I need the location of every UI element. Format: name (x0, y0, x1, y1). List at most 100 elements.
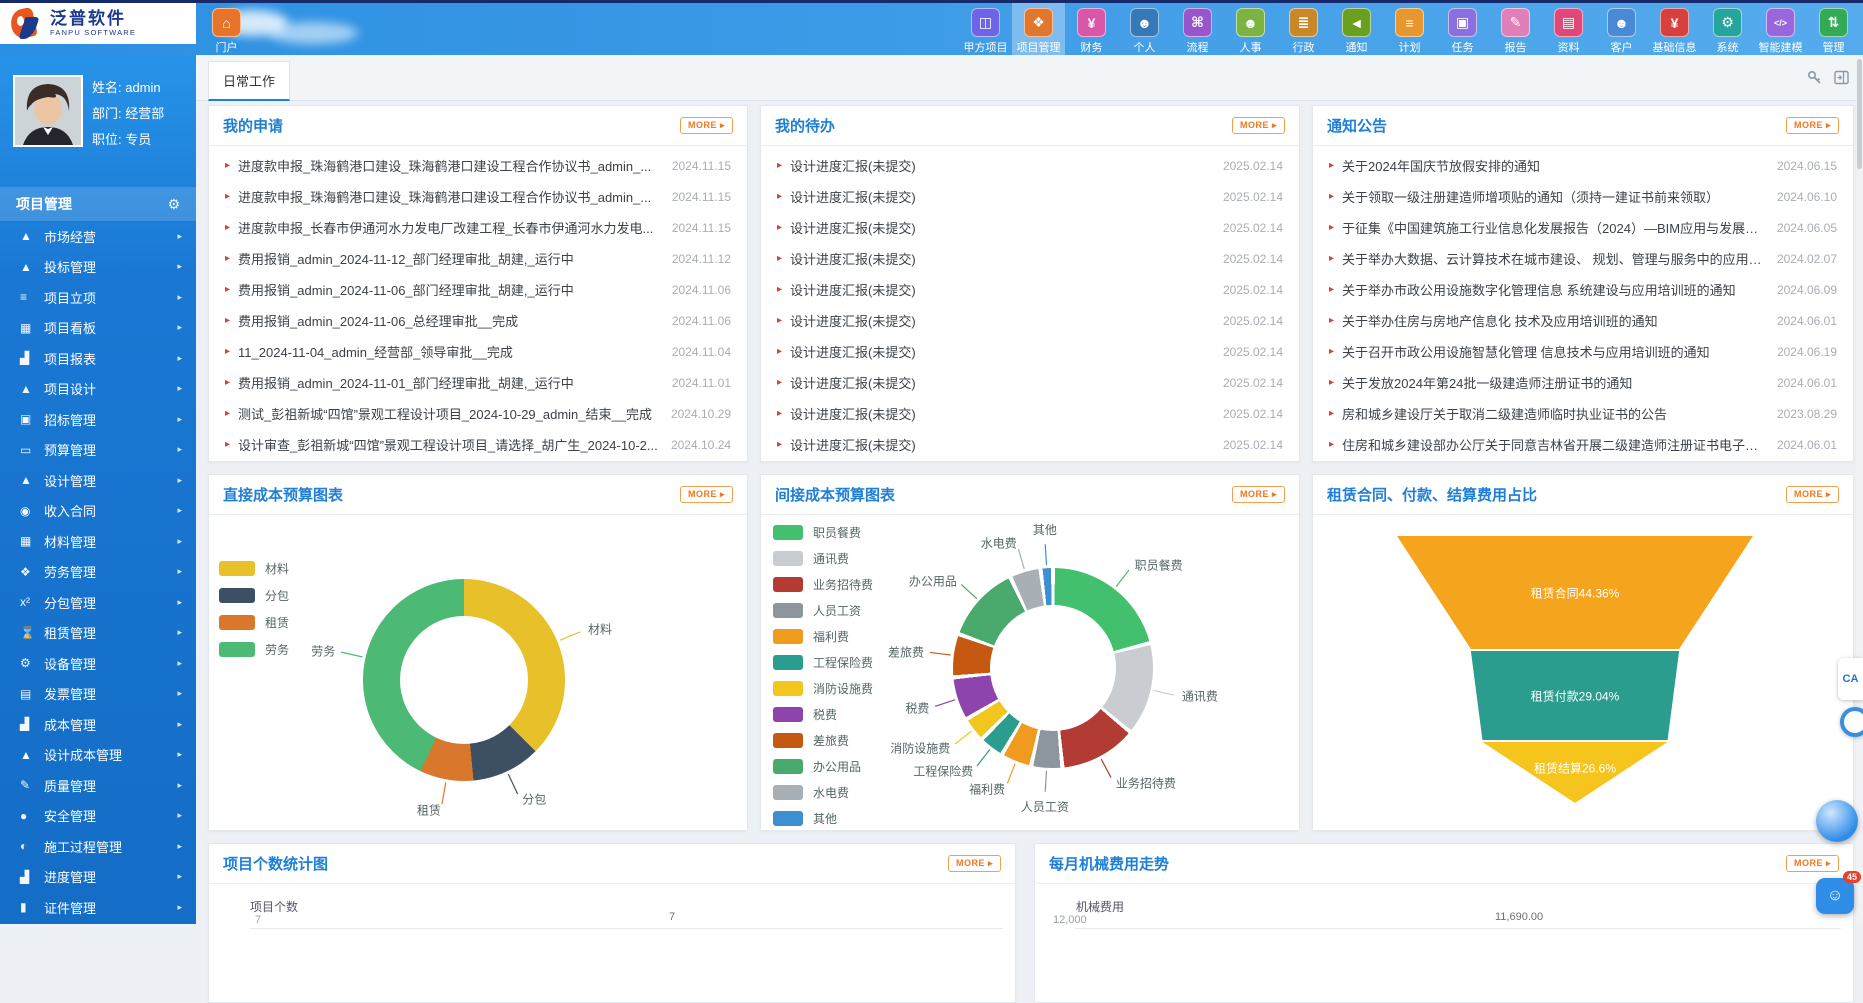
nav-item-甲方项目[interactable]: ◫甲方项目 (959, 3, 1012, 55)
nav-item-行政[interactable]: ≣行政 (1277, 3, 1330, 55)
list-item[interactable]: ▸关于举办住房与房地产信息化 技术及应用培训班的通知2024.06.01 (1313, 305, 1853, 336)
funnel-segment[interactable]: 租赁结算26.6% (1397, 742, 1753, 803)
list-item[interactable]: ▸设计审查_彭祖新城“四馆”景观工程设计项目_请选择_胡广生_2024-10-2… (209, 429, 747, 460)
vertical-scrollbar[interactable] (1856, 55, 1863, 924)
nav-item-计划[interactable]: ≡计划 (1383, 3, 1436, 55)
more-button[interactable]: MORE ▸ (680, 117, 733, 134)
legend-item[interactable]: 税费 (773, 701, 873, 727)
list-item[interactable]: ▸设计进度汇报(未提交)2025.02.14 (761, 181, 1299, 212)
sidebar-item-预算管理[interactable]: ▭预算管理▸ (0, 435, 196, 466)
sidebar-item-项目看板[interactable]: ▦项目看板▸ (0, 313, 196, 344)
sidebar-item-项目设计[interactable]: ▲项目设计▸ (0, 374, 196, 405)
nav-item-任务[interactable]: ▣任务 (1436, 3, 1489, 55)
scrollbar-thumb[interactable] (1857, 59, 1862, 169)
legend-item[interactable]: 办公用品 (773, 753, 873, 779)
legend-item[interactable]: 劳务 (219, 636, 289, 663)
list-item[interactable]: ▸住房和城乡建设部办公厅关于同意吉林省开展二级建造师注册证书电子化试点...20… (1313, 429, 1853, 460)
tab-daily-work[interactable]: 日常工作 (208, 61, 290, 101)
nav-item-报告[interactable]: ✎报告 (1489, 3, 1542, 55)
list-item[interactable]: ▸设计进度汇报(未提交)2025.02.14 (761, 305, 1299, 336)
more-button[interactable]: MORE ▸ (1786, 855, 1839, 872)
legend-item[interactable]: 其他 (773, 805, 873, 830)
legend-item[interactable]: 通讯费 (773, 545, 873, 571)
floating-circle-widget[interactable] (1840, 707, 1863, 737)
list-item[interactable]: ▸设计进度汇报(未提交)2025.02.14 (761, 429, 1299, 460)
list-item[interactable]: ▸费用报销_admin_2024-11-06_总经理审批__完成2024.11.… (209, 305, 747, 336)
sidebar-item-施工过程管理[interactable]: ◐施工过程管理▸ (0, 831, 196, 862)
legend-item[interactable]: 消防设施费 (773, 675, 873, 701)
list-item[interactable]: ▸进度款申报_珠海鹤港口建设_珠海鹤港口建设工程合作协议书_admin_...2… (209, 150, 747, 181)
list-item[interactable]: ▸设计进度汇报(未提交)2025.02.14 (761, 336, 1299, 367)
sidebar-item-质量管理[interactable]: ✎质量管理▸ (0, 770, 196, 801)
nav-item-财务[interactable]: ¥财务 (1065, 3, 1118, 55)
nav-item-客户[interactable]: ☻客户 (1595, 3, 1648, 55)
list-item[interactable]: ▸费用报销_admin_2024-11-06_部门经理审批_胡建,_运行中202… (209, 274, 747, 305)
sidebar-item-发票管理[interactable]: ▤发票管理▸ (0, 679, 196, 710)
list-item[interactable]: ▸设计进度汇报(未提交)2025.02.14 (761, 212, 1299, 243)
nav-item-管理[interactable]: ⇅管理 (1807, 3, 1860, 55)
avatar[interactable] (13, 75, 83, 147)
key-icon[interactable] (1807, 70, 1822, 90)
legend-item[interactable]: 水电费 (773, 779, 873, 805)
sidebar-item-设备管理[interactable]: ⚙设备管理▸ (0, 648, 196, 679)
list-item[interactable]: ▸关于举办市政公用设施数字化管理信息 系统建设与应用培训班的通知2024.06.… (1313, 274, 1853, 305)
legend-item[interactable]: 职员餐费 (773, 519, 873, 545)
sidebar-item-投标管理[interactable]: ▲投标管理▸ (0, 252, 196, 283)
more-button[interactable]: MORE ▸ (1232, 486, 1285, 503)
list-item[interactable]: ▸设计进度汇报(未提交)2025.02.14 (761, 243, 1299, 274)
list-item[interactable]: ▸关于召开市政公用设施智慧化管理 信息技术与应用培训班的通知2024.06.19 (1313, 336, 1853, 367)
more-button[interactable]: MORE ▸ (680, 486, 733, 503)
sidebar-item-材料管理[interactable]: ▦材料管理▸ (0, 526, 196, 557)
sidebar-item-劳务管理[interactable]: ❖劳务管理▸ (0, 557, 196, 588)
nav-item-项目管理[interactable]: ❖项目管理 (1012, 3, 1065, 55)
nav-item-个人[interactable]: ☻个人 (1118, 3, 1171, 55)
sidebar-item-市场经营[interactable]: ▲市场经营▸ (0, 221, 196, 252)
nav-item-人事[interactable]: ☻人事 (1224, 3, 1277, 55)
sidebar-section-header[interactable]: 项目管理 ⚙ (0, 187, 196, 221)
list-item[interactable]: ▸11_2024-11-04_admin_经营部_领导审批__完成2024.11… (209, 336, 747, 367)
sidebar-item-项目立项[interactable]: ≡项目立项▸ (0, 282, 196, 313)
funnel-segment[interactable]: 租赁合同44.36% (1397, 536, 1753, 649)
list-item[interactable]: ▸设计进度汇报(未提交)2025.02.14 (761, 150, 1299, 181)
list-item[interactable]: ▸关于2024年国庆节放假安排的通知2024.06.15 (1313, 150, 1853, 181)
list-item[interactable]: ▸费用报销_admin_2024-11-01_部门经理审批_胡建,_运行中202… (209, 367, 747, 398)
sidebar-item-进度管理[interactable]: ▟进度管理▸ (0, 862, 196, 893)
list-item[interactable]: ▸进度款申报_珠海鹤港口建设_珠海鹤港口建设工程合作协议书_admin_...2… (209, 181, 747, 212)
nav-item-智能建模[interactable]: </>智能建模 (1754, 3, 1807, 55)
list-item[interactable]: ▸设计进度汇报(未提交)2025.02.14 (761, 367, 1299, 398)
sidebar-item-设计成本管理[interactable]: ▲设计成本管理▸ (0, 740, 196, 771)
legend-item[interactable]: 材料 (219, 555, 289, 582)
legend-item[interactable]: 差旅费 (773, 727, 873, 753)
list-item[interactable]: ▸房和城乡建设厅关于取消二级建造师临时执业证书的公告2023.08.29 (1313, 398, 1853, 429)
more-button[interactable]: MORE ▸ (1786, 486, 1839, 503)
logo[interactable]: 泛普软件 FANPU SOFTWARE (0, 3, 196, 44)
legend-item[interactable]: 人员工资 (773, 597, 873, 623)
nav-item-基础信息[interactable]: ¥基础信息 (1648, 3, 1701, 55)
list-item[interactable]: ▸关于发放2024年第24批一级建造师注册证书的通知2024.06.01 (1313, 367, 1853, 398)
more-button[interactable]: MORE ▸ (1232, 117, 1285, 134)
more-button[interactable]: MORE ▸ (948, 855, 1001, 872)
sidebar-item-项目报表[interactable]: ▟项目报表▸ (0, 343, 196, 374)
sidebar-item-分包管理[interactable]: x²分包管理▸ (0, 587, 196, 618)
sidebar-item-招标管理[interactable]: ▣招标管理▸ (0, 404, 196, 435)
list-item[interactable]: ▸关于领取一级注册建造师增项贴的通知（须持一建证书前来领取）2024.06.10 (1313, 181, 1853, 212)
sidebar-item-收入合同[interactable]: ◉收入合同▸ (0, 496, 196, 527)
funnel-segment[interactable]: 租赁付款29.04% (1397, 651, 1753, 740)
legend-item[interactable]: 工程保险费 (773, 649, 873, 675)
list-item[interactable]: ▸关于举办大数据、云计算技术在城市建设、 规划、管理与服务中的应用培训班...2… (1313, 243, 1853, 274)
collapse-panel-icon[interactable] (1834, 70, 1849, 90)
ca-login-widget[interactable]: CA (1838, 658, 1863, 700)
list-item[interactable]: ▸设计进度汇报(未提交)2025.02.14 (761, 274, 1299, 305)
chat-button[interactable]: ☺ 45 (1816, 878, 1854, 914)
legend-item[interactable]: 分包 (219, 582, 289, 609)
legend-item[interactable]: 福利费 (773, 623, 873, 649)
sidebar-item-安全管理[interactable]: ●安全管理▸ (0, 801, 196, 832)
service-robot-button[interactable] (1816, 800, 1858, 842)
nav-item-系统[interactable]: ⚙系统 (1701, 3, 1754, 55)
legend-item[interactable]: 租赁 (219, 609, 289, 636)
gear-icon[interactable]: ⚙ (167, 196, 180, 213)
sidebar-item-租赁管理[interactable]: ⌛租赁管理▸ (0, 618, 196, 649)
list-item[interactable]: ▸费用报销_admin_2024-11-12_部门经理审批_胡建,_运行中202… (209, 243, 747, 274)
nav-item-通知[interactable]: ◄通知 (1330, 3, 1383, 55)
nav-item-资料[interactable]: ▤资料 (1542, 3, 1595, 55)
